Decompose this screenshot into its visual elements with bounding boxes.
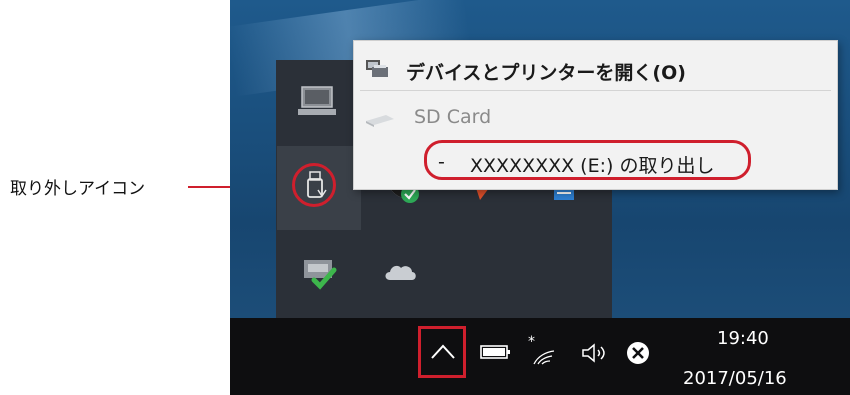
onedrive-cloud-icon[interactable] <box>384 262 418 282</box>
printer-check-icon[interactable] <box>300 258 340 290</box>
menu-item-open-devices-label: デバイスとプリンターを開く(O) <box>406 62 686 84</box>
taskbar-date[interactable]: 2017/05/16 <box>683 368 787 389</box>
volume-icon[interactable] <box>581 342 609 364</box>
drive-icon <box>366 115 394 127</box>
close-circle-icon[interactable] <box>626 341 650 365</box>
monitor-icon[interactable] <box>298 85 338 119</box>
annotation-circle <box>292 163 336 207</box>
annotation-oval <box>424 140 751 180</box>
callout-label: 取り外しアイコン <box>10 179 146 199</box>
battery-icon[interactable] <box>479 343 513 361</box>
taskbar-time[interactable]: 19:40 <box>717 328 769 349</box>
menu-separator <box>360 90 831 91</box>
menu-item-device-name-label: SD Card <box>414 106 492 128</box>
devices-printers-icon <box>366 60 388 77</box>
svg-text:*: * <box>528 334 535 350</box>
annotation-box <box>418 326 466 378</box>
wifi-icon[interactable]: * <box>526 334 556 368</box>
